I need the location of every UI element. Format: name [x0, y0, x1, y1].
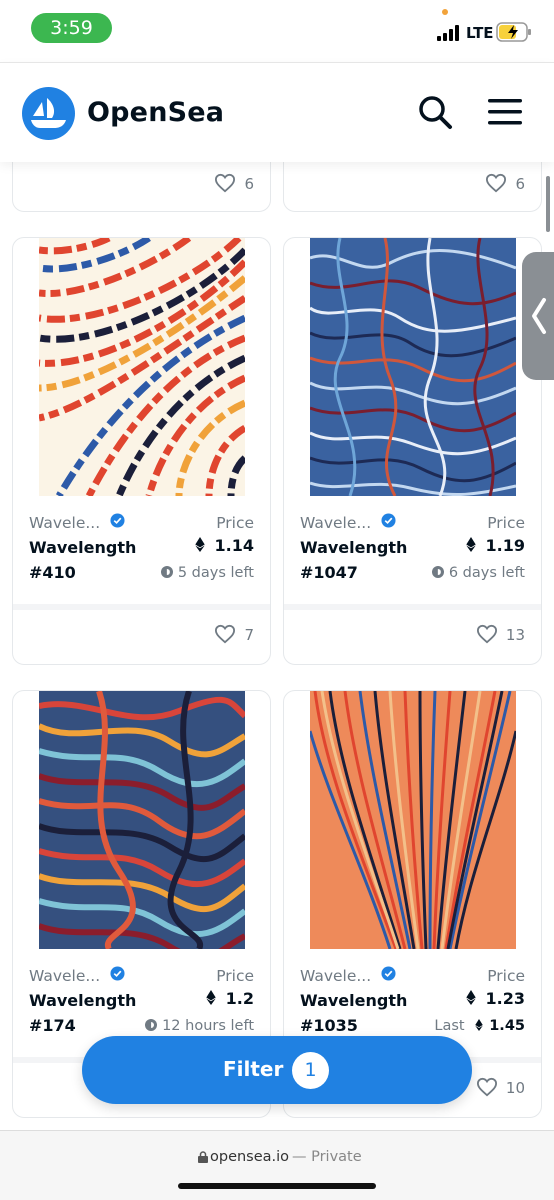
- nft-name[interactable]: Wavelength: [29, 991, 136, 1010]
- card-footer: 7: [13, 604, 270, 660]
- likes-count[interactable]: 7: [214, 624, 254, 644]
- auction-time-left: 12 hours left: [145, 1018, 254, 1034]
- nft-artwork-image[interactable]: [310, 238, 516, 496]
- nft-artwork-image[interactable]: [39, 691, 245, 949]
- wavelength-art-1035: [310, 691, 516, 949]
- collection-name[interactable]: Wavele...: [29, 514, 100, 532]
- heart-icon: [476, 1077, 497, 1097]
- auction-time-left: 6 days left: [431, 565, 525, 581]
- last-sale: Last 1.45: [434, 1018, 525, 1034]
- chevron-left-icon: [532, 298, 546, 334]
- likes-count[interactable]: 10: [476, 1077, 525, 1097]
- likes-count[interactable]: 13: [476, 624, 525, 644]
- ethereum-icon: [475, 1019, 483, 1031]
- price-amount: 1.19: [485, 536, 525, 555]
- price-amount: 1.14: [214, 536, 254, 555]
- nft-name[interactable]: Wavelength: [300, 991, 407, 1010]
- filter-label: Filter: [223, 1057, 284, 1081]
- nft-token-id[interactable]: #1035: [300, 1016, 358, 1035]
- last-sale-amount: 1.45: [489, 1018, 525, 1034]
- collection-name[interactable]: Wavele...: [300, 514, 371, 532]
- price-amount: 1.23: [485, 989, 525, 1008]
- heart-icon: [215, 173, 236, 193]
- price-value: 1.23: [465, 989, 525, 1008]
- price-label: Price: [216, 514, 254, 532]
- nft-card-partial[interactable]: 6: [283, 162, 542, 212]
- nft-artwork-image[interactable]: [39, 238, 245, 496]
- price-value: 1.2: [205, 989, 254, 1008]
- ethereum-icon: [465, 537, 476, 552]
- collection-name[interactable]: Wavele...: [300, 967, 371, 985]
- clock-icon: [431, 566, 444, 578]
- price-value: 1.19: [465, 536, 525, 555]
- card-footer: 13: [284, 604, 541, 660]
- opensea-logo-icon[interactable]: [22, 87, 75, 140]
- nft-name[interactable]: Wavelength: [300, 538, 407, 557]
- ethereum-icon: [194, 537, 205, 552]
- wavelength-art-1047: [310, 238, 516, 496]
- status-bar: 3:59 LTE: [0, 0, 554, 62]
- carrier-label: LTE: [466, 24, 494, 42]
- nft-artwork-image[interactable]: [310, 691, 516, 949]
- likes-count[interactable]: 6: [214, 173, 254, 193]
- url-domain[interactable]: opensea.io: [210, 1149, 289, 1165]
- brand-name[interactable]: OpenSea: [87, 97, 224, 128]
- auction-time-left: 5 days left: [160, 565, 254, 581]
- verified-badge-icon: [110, 513, 125, 528]
- wavelength-art-174: [39, 691, 245, 949]
- scrollbar-thumb[interactable]: [546, 176, 550, 232]
- cellular-signal-icon: [437, 25, 459, 41]
- likes-value: 13: [505, 626, 525, 644]
- price-amount: 1.2: [225, 989, 254, 1008]
- price-label: Price: [216, 967, 254, 985]
- likes-value: 10: [505, 1079, 525, 1097]
- battery-charging-icon: [496, 22, 531, 42]
- likes-value: 7: [244, 626, 254, 644]
- heart-icon: [476, 624, 497, 644]
- nft-card-partial[interactable]: 6: [12, 162, 271, 212]
- verified-badge-icon: [381, 966, 396, 981]
- hamburger-menu-icon[interactable]: [486, 97, 524, 127]
- home-indicator[interactable]: [178, 1183, 376, 1189]
- collection-name[interactable]: Wavele...: [29, 967, 100, 985]
- heart-icon: [215, 624, 236, 644]
- time-left-text: 6 days left: [448, 565, 525, 581]
- likes-count[interactable]: 6: [485, 173, 525, 193]
- likes-value: 6: [244, 175, 254, 193]
- privacy-indicator-dot: [442, 9, 448, 15]
- filter-count-badge: 1: [292, 1052, 329, 1089]
- time-left-text: 5 days left: [177, 565, 254, 581]
- status-time: 3:59: [31, 13, 112, 43]
- price-label: Price: [487, 514, 525, 532]
- nft-grid: 6 6 Wavele... Wavelength #410 Price 1.14…: [0, 162, 554, 1130]
- side-drawer-tab[interactable]: [522, 252, 554, 380]
- ethereum-icon: [465, 990, 476, 1005]
- nft-token-id[interactable]: #1047: [300, 563, 358, 582]
- likes-value: 6: [515, 175, 525, 193]
- heart-icon: [486, 173, 507, 193]
- private-mode-label: — Private: [292, 1149, 362, 1165]
- browser-url-bar[interactable]: opensea.io — Private: [0, 1130, 554, 1200]
- verified-badge-icon: [110, 966, 125, 981]
- time-left-text: 12 hours left: [162, 1018, 254, 1034]
- filter-button[interactable]: Filter 1: [82, 1036, 472, 1104]
- verified-badge-icon: [381, 513, 396, 528]
- site-header: OpenSea: [0, 62, 554, 162]
- last-sale-label: Last: [434, 1018, 465, 1034]
- clock-icon: [145, 1019, 158, 1031]
- search-icon[interactable]: [415, 92, 455, 132]
- price-label: Price: [487, 967, 525, 985]
- nft-name[interactable]: Wavelength: [29, 538, 136, 557]
- ethereum-icon: [205, 990, 216, 1005]
- nft-token-id[interactable]: #410: [29, 563, 76, 582]
- nft-card[interactable]: Wavele... Wavelength #410 Price 1.14 5 d…: [12, 237, 271, 665]
- clock-icon: [160, 566, 173, 578]
- nft-token-id[interactable]: #174: [29, 1016, 76, 1035]
- nft-card[interactable]: Wavele... Wavelength #1047 Price 1.19 6 …: [283, 237, 542, 665]
- lock-icon: [198, 1151, 208, 1163]
- price-value: 1.14: [194, 536, 254, 555]
- wavelength-art-410: [39, 238, 245, 496]
